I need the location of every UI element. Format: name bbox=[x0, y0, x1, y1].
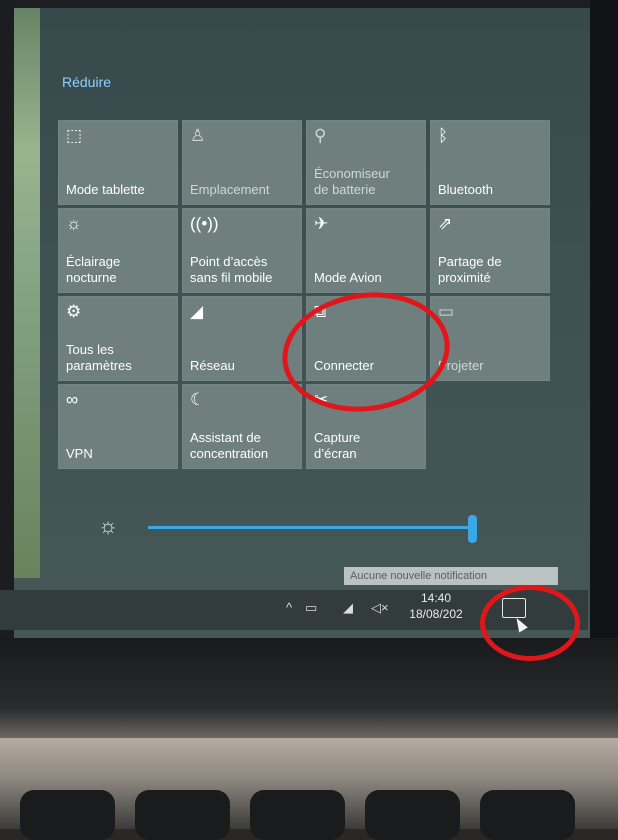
tile-label: Assistant de concentration bbox=[190, 430, 269, 461]
quick-actions-grid: ⬚ Mode tablette ♙ Emplacement ⚲ Économis… bbox=[58, 120, 558, 469]
tile-label: Tous les paramètres bbox=[66, 342, 132, 373]
project-icon: ▭ bbox=[438, 302, 455, 321]
wifi-icon[interactable]: ◢ bbox=[343, 600, 353, 616]
tile-label: Mode Avion bbox=[314, 270, 382, 285]
keyboard-key bbox=[365, 790, 460, 840]
tile-tablet-mode[interactable]: ⬚ Mode tablette bbox=[58, 120, 178, 205]
chevron-up-icon[interactable]: ^ bbox=[286, 600, 292, 615]
brightness-thumb[interactable] bbox=[468, 515, 477, 543]
tile-placeholder bbox=[430, 384, 550, 469]
nearby-sharing-icon: ⇗ bbox=[438, 214, 453, 233]
tile-label: Bluetooth bbox=[438, 182, 493, 197]
tile-label: Mode tablette bbox=[66, 182, 145, 197]
clock-date: 18/08/202 bbox=[409, 607, 463, 621]
network-icon: ◢ bbox=[190, 302, 204, 321]
tile-label: Partage de proximité bbox=[438, 254, 502, 285]
tile-label: Réseau bbox=[190, 358, 235, 373]
tile-night-light[interactable]: ☼ Éclairage nocturne bbox=[58, 208, 178, 293]
airplane-mode-icon: ✈ bbox=[314, 214, 329, 233]
clock-time: 14:40 bbox=[420, 591, 452, 605]
brightness-slider[interactable]: ☼ bbox=[98, 512, 498, 543]
brightness-track[interactable] bbox=[148, 526, 473, 529]
brightness-sun-icon: ☼ bbox=[98, 513, 119, 538]
vpn-icon: ∞ bbox=[66, 390, 79, 409]
mobile-hotspot-icon: ((•)) bbox=[190, 214, 219, 233]
battery-icon[interactable]: ▭ bbox=[305, 600, 317, 616]
tile-battery-saver[interactable]: ⚲ Économiseur de batterie bbox=[306, 120, 426, 205]
taskbar-clock[interactable]: 14:40 18/08/202 bbox=[396, 590, 476, 622]
tile-all-settings[interactable]: ⚙ Tous les paramètres bbox=[58, 296, 178, 381]
keyboard-key bbox=[20, 790, 115, 840]
tile-nearby-sharing[interactable]: ⇗ Partage de proximité bbox=[430, 208, 550, 293]
tile-focus-assist[interactable]: ☾ Assistant de concentration bbox=[182, 384, 302, 469]
tile-label: VPN bbox=[66, 446, 93, 461]
tile-label: Économiseur de batterie bbox=[314, 166, 390, 197]
tile-label: Emplacement bbox=[190, 182, 270, 197]
speaker-muted-icon[interactable]: ◁× bbox=[371, 600, 389, 616]
tile-label: Point d’accès sans fil mobile bbox=[190, 254, 273, 285]
notification-tooltip: Aucune nouvelle notification bbox=[344, 567, 558, 585]
tile-location[interactable]: ♙ Emplacement bbox=[182, 120, 302, 205]
tile-airplane-mode[interactable]: ✈ Mode Avion bbox=[306, 208, 426, 293]
night-light-icon: ☼ bbox=[66, 214, 82, 233]
keyboard-key bbox=[135, 790, 230, 840]
focus-assist-icon: ☾ bbox=[190, 390, 206, 409]
keyboard-key bbox=[250, 790, 345, 840]
tile-vpn[interactable]: ∞ VPN bbox=[58, 384, 178, 469]
tile-bluetooth[interactable]: ᛒ Bluetooth bbox=[430, 120, 550, 205]
keyboard-key bbox=[480, 790, 575, 840]
tile-label: Capture d’écran bbox=[314, 430, 361, 461]
tablet-mode-icon: ⬚ bbox=[66, 126, 83, 145]
bluetooth-icon: ᛒ bbox=[438, 126, 449, 145]
annotation-circle-notifications bbox=[480, 585, 580, 661]
battery-saver-icon: ⚲ bbox=[314, 126, 327, 145]
collapse-link[interactable]: Réduire bbox=[62, 74, 111, 90]
screen-bezel-right bbox=[590, 0, 618, 660]
location-icon: ♙ bbox=[190, 126, 206, 145]
desktop-wallpaper bbox=[10, 8, 40, 578]
tile-mobile-hotspot[interactable]: ((•)) Point d’accès sans fil mobile bbox=[182, 208, 302, 293]
tile-label: Projeter bbox=[438, 358, 484, 373]
tile-label: Éclairage nocturne bbox=[66, 254, 121, 285]
settings-gear-icon: ⚙ bbox=[66, 302, 82, 321]
